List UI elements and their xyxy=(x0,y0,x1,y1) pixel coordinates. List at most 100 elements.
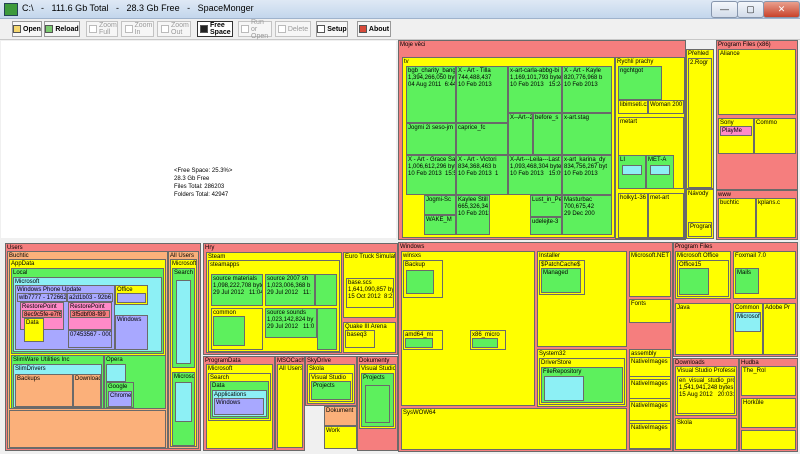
file-source-sounds[interactable]: source sounds 1,023,142,824 by 29 Jul 20… xyxy=(265,308,317,338)
file-steamapps-small-2[interactable] xyxy=(317,308,337,350)
file-x-art-leila[interactable]: X-Art---Leila---Last 1,093,468,304 bytes… xyxy=(508,155,562,195)
folder-x86-micro-sub[interactable] xyxy=(472,338,498,348)
folder-2-rogr[interactable]: 2.Rogr xyxy=(688,58,712,188)
zoom-out-button[interactable]: Zoom Out xyxy=(157,21,191,37)
minimize-button[interactable]: — xyxy=(711,1,738,18)
folder-all-users-msocache[interactable]: All Users xyxy=(277,364,303,448)
file-bgb-charity[interactable]: bgb_charity_bang 1,394,266,050 byte 04 A… xyxy=(406,66,456,123)
reload-button[interactable]: Reload xyxy=(44,21,80,37)
run-or-open-button[interactable]: Run or Open xyxy=(238,19,272,40)
about-button[interactable]: About xyxy=(357,21,391,37)
file-base-scs[interactable]: base.scs 1,641,090,857 byte 15 Oct 2012 … xyxy=(346,278,394,308)
file-wake-m[interactable]: WAKE_M xyxy=(424,215,456,235)
folder-amd64-sub[interactable] xyxy=(405,338,433,348)
folder-windows-local[interactable]: Windows xyxy=(115,315,148,350)
folder-skola-downloads[interactable]: Škola xyxy=(675,418,737,450)
file-jogmi-2[interactable]: Jogmi 2i seso-jm xyxy=(406,123,456,155)
folder-common-x86[interactable]: Commo xyxy=(754,118,796,154)
folder-programy[interactable]: Program xyxy=(688,222,712,237)
folder-microsoft-users-2-sub[interactable] xyxy=(175,382,192,422)
zoom-in-button[interactable]: Zoom In xyxy=(121,21,154,37)
folder-holky[interactable]: holky1-36 xyxy=(618,193,648,238)
folder-chrome[interactable]: Chrome xyxy=(108,391,132,407)
file-x-art-carla[interactable]: x-art-carla-abbg-bi 1,169,101,793 bytes … xyxy=(508,66,562,113)
folder-download[interactable]: Download xyxy=(73,374,101,407)
folder-buchtic-files[interactable] xyxy=(9,410,166,448)
file-udelejte[interactable]: udelejte-3 xyxy=(530,217,562,235)
folder-baseq3[interactable]: baseq3 xyxy=(345,330,375,348)
delete-button[interactable]: Delete xyxy=(275,21,311,37)
folder-hudba-other[interactable] xyxy=(741,430,796,450)
folder-a2d1b03[interactable]: a2d1b03 - 92b6 xyxy=(67,293,113,302)
file-caprice[interactable]: caprice_fc xyxy=(456,123,508,155)
zoom-full-button[interactable]: Zoom Full xyxy=(86,21,118,37)
folder-sony[interactable]: Sony xyxy=(718,118,754,154)
maximize-button[interactable]: ▢ xyxy=(737,1,764,18)
file-kaylee-still[interactable]: Kaylee Still 665,326,34 10 Feb 2013 xyxy=(456,195,490,235)
folder-data[interactable]: Data xyxy=(24,318,44,342)
folder-opera-sub[interactable] xyxy=(106,364,126,382)
file-ngchtgot[interactable]: ngchtgot xyxy=(618,66,662,100)
folder-met-a-sub[interactable] xyxy=(650,165,670,175)
close-button[interactable]: ✕ xyxy=(763,1,800,18)
file-x-art-karina[interactable]: x-art_karina_dy 834,756,267 byt 10 Feb 2… xyxy=(562,155,612,195)
folder-aliance[interactable]: Aliance xyxy=(718,49,796,115)
free-space-region[interactable]: <Free Space: 25.3%> 28.3 Gb Free Files T… xyxy=(1,41,396,238)
folder-common-steam-sub[interactable] xyxy=(213,316,245,346)
setup-button[interactable]: Setup xyxy=(316,21,348,37)
folder-managed[interactable]: Managed xyxy=(541,268,581,293)
folder-adobe[interactable]: Adobe Pr xyxy=(763,303,796,355)
folder-libimseti[interactable]: libimseti.cz xyxy=(618,100,648,114)
folder-wlb7777[interactable]: wlb7777 - 1726620 xyxy=(17,293,67,302)
file-jogmi-sc[interactable]: Jogmi-Sc xyxy=(424,195,456,215)
folder-horkule[interactable]: Horkůle xyxy=(741,398,796,428)
folder-playme[interactable]: PlayMe xyxy=(720,126,752,136)
folder-work[interactable]: Work xyxy=(324,426,357,449)
file-x-art-grace[interactable]: X - Art - Grace Sa 1,006,612,296 byte 10… xyxy=(406,155,456,195)
folder-nativeimages-4[interactable]: NativeImages xyxy=(629,423,671,449)
file-x-art-2[interactable]: X--Art--2 xyxy=(508,113,533,155)
file-source-materials[interactable]: source materials 1,098,222,708 byte 29 J… xyxy=(211,274,263,306)
folder-windows-programdata[interactable]: Windows xyxy=(214,398,264,415)
folder-backup-sub[interactable] xyxy=(406,270,434,294)
folder-microsoft-net[interactable]: Microsoft.NET xyxy=(629,251,671,297)
open-button[interactable]: Open xyxy=(12,21,42,37)
file-en-visual-studio-pro[interactable]: en_visual_studio_pro 1,541,941,248 bytes… xyxy=(677,376,735,414)
file-steamapps-small[interactable] xyxy=(315,274,337,306)
folder-syswow64[interactable]: SysWOW64 xyxy=(401,408,627,450)
folder-met-art[interactable]: met-art xyxy=(648,193,684,238)
folder-search-users-sub[interactable] xyxy=(176,280,191,364)
file-x-art-victoria[interactable]: X - Art - Victori 834,368,463 b 10 Feb 2… xyxy=(456,155,508,195)
folder-dokument[interactable]: Dokument xyxy=(324,406,357,426)
file-x-art-stag[interactable]: x-art.stag xyxy=(562,113,612,155)
folder-filerepository-sub[interactable] xyxy=(544,376,584,401)
folder-woman[interactable]: Woman 200 xyxy=(648,100,684,114)
folder-mails[interactable]: Mails xyxy=(735,268,759,294)
file-x-art-tilla[interactable]: X - Art - Tilla 744,488,437 10 Feb 2013 xyxy=(456,66,508,123)
file-masturbac[interactable]: Masturbac 700,675,42 29 Dec 200 xyxy=(562,195,612,235)
file-x-art-kayle[interactable]: X - Art - Kayle 820,776,968 b 10 Feb 201… xyxy=(562,66,612,113)
folder-kplans[interactable]: kplans.c xyxy=(756,198,796,238)
folder-office15-sub[interactable] xyxy=(679,268,709,295)
folder-li-sub[interactable] xyxy=(622,165,642,175)
folder-guid-1[interactable]: 8ec9c5fe-e7f6 xyxy=(22,310,62,318)
folder-fonts[interactable]: Fonts xyxy=(629,299,671,323)
folder-buchtic-www[interactable]: buchtic xyxy=(718,198,756,238)
folder-size-07453567[interactable]: 07453567 - 0007 xyxy=(68,330,112,348)
folder-backups[interactable]: Backups xyxy=(15,374,73,407)
file-source-2007[interactable]: source 2007 sh 1,023,006,368 b 29 Jul 20… xyxy=(265,274,315,306)
free-space-toggle[interactable]: Free Space xyxy=(197,21,233,37)
folder-office-sub[interactable] xyxy=(117,293,146,303)
folder-projects-skydrive[interactable]: Projects xyxy=(311,381,351,400)
folder-java[interactable]: Java xyxy=(675,303,731,355)
open-folder-icon xyxy=(13,25,22,33)
folder-nativeimages-3[interactable]: NativeImages xyxy=(629,401,671,421)
file-lust-in-pe[interactable]: Lust_in_Pe xyxy=(530,195,562,217)
folder-guid-2[interactable]: 3f5dbf08-f89 xyxy=(70,310,110,318)
file-before[interactable]: before_s xyxy=(533,113,562,155)
folder-nativeimages-1[interactable]: NativeImages xyxy=(629,357,671,377)
folder-the-rol[interactable]: The_Rol xyxy=(741,366,796,396)
folder-projects-dokumenty-sub[interactable] xyxy=(365,385,390,423)
folder-microsoft-common[interactable]: Microsoft xyxy=(735,312,761,332)
folder-nativeimages-2[interactable]: NativeImages xyxy=(629,379,671,399)
